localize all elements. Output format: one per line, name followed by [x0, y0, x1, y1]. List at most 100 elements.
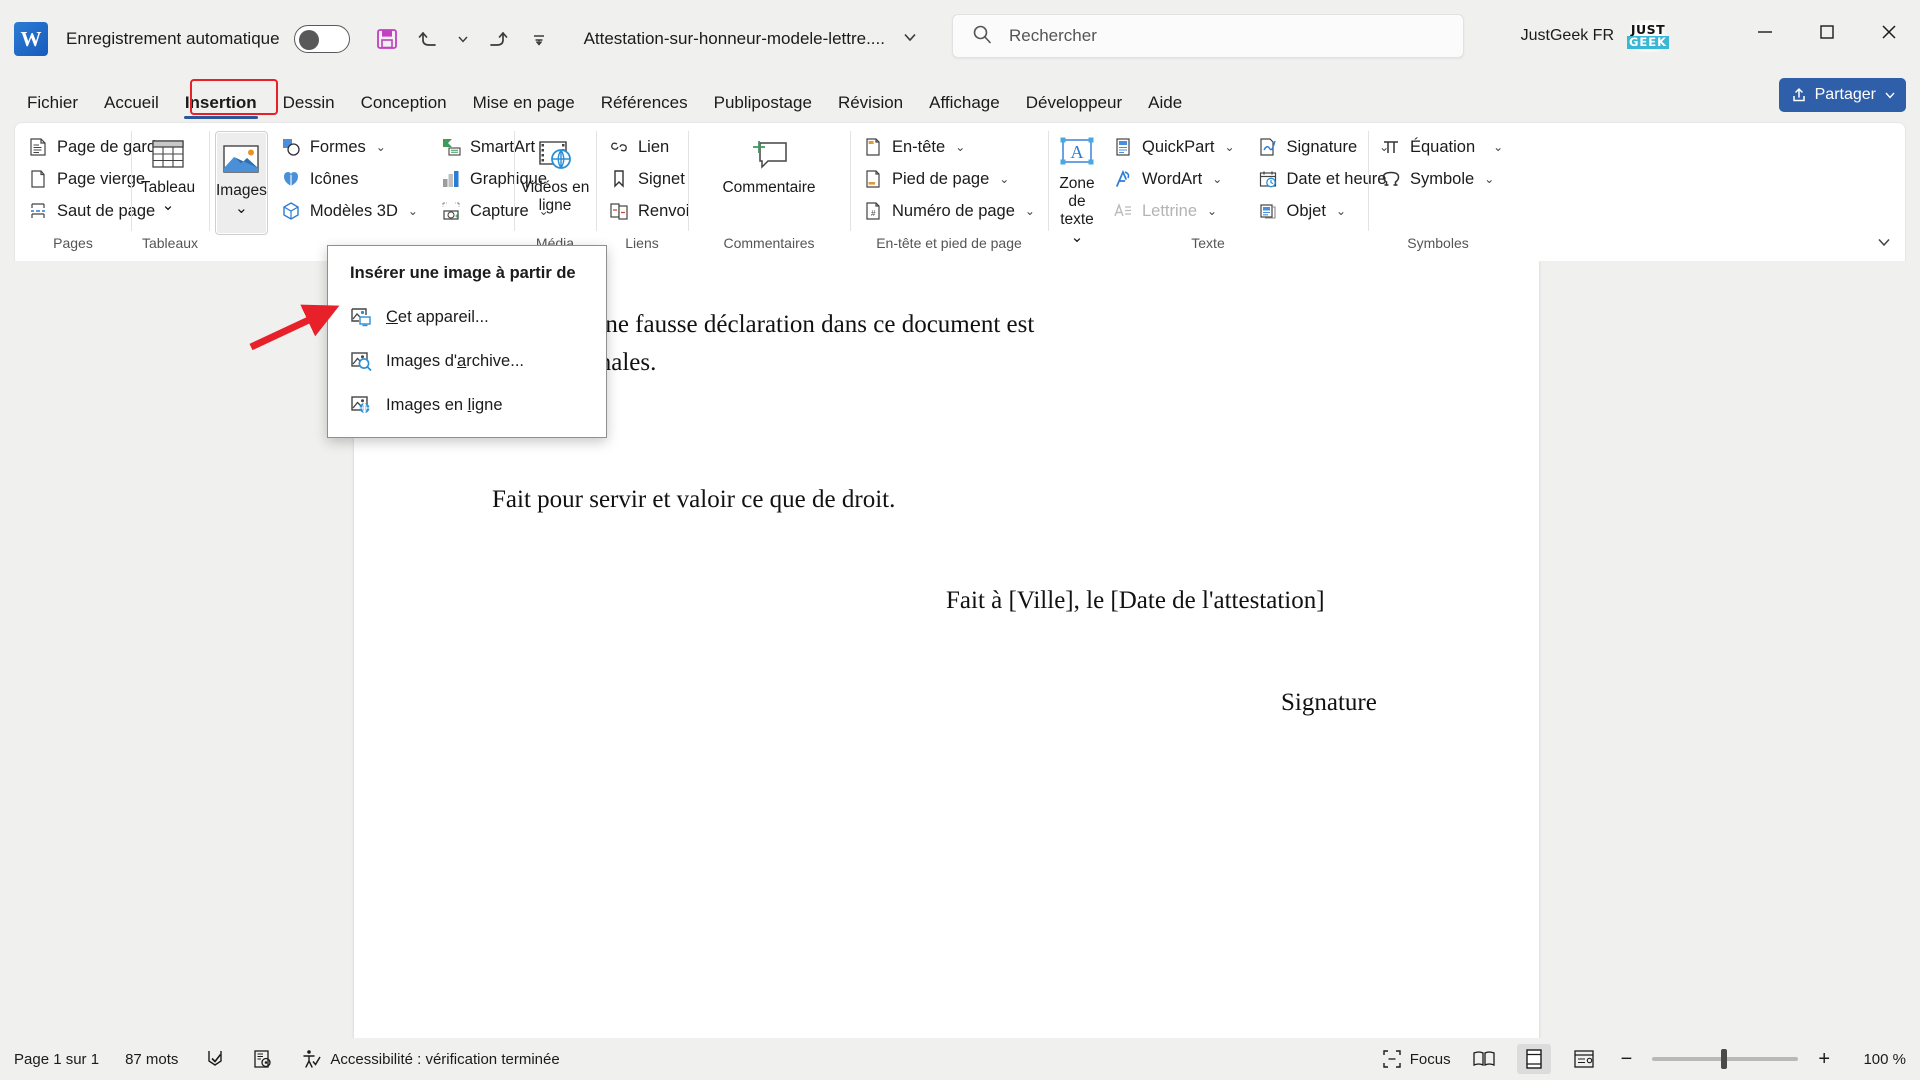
document-title[interactable]: Attestation-sur-honneur-modele-lettre...… — [584, 29, 885, 49]
chevron-down-icon[interactable]: ⌄ — [955, 140, 965, 154]
button-label: Formes — [309, 137, 366, 156]
share-icon — [1792, 87, 1805, 102]
undo-dropdown-icon[interactable] — [452, 20, 474, 58]
accessibility-status[interactable]: Accessibilité : vérification terminée — [300, 1048, 560, 1070]
new-comment-icon — [746, 135, 792, 179]
read-aloud-icon[interactable] — [252, 1048, 274, 1070]
zoom-out-button[interactable]: − — [1617, 1048, 1637, 1071]
wordart-icon — [1112, 168, 1134, 190]
quickpart-button[interactable]: QuickPart ⌄ — [1106, 131, 1243, 163]
menu-item-images-en-ligne[interactable]: Images en ligne — [328, 383, 606, 427]
undo-icon[interactable] — [410, 20, 448, 58]
tab-references[interactable]: Références — [588, 93, 701, 122]
tab-affichage[interactable]: Affichage — [916, 93, 1013, 122]
formes-button[interactable]: Formes ⌄ — [274, 131, 426, 163]
page-info[interactable]: Page 1 sur 1 — [14, 1051, 99, 1068]
chevron-down-icon[interactable]: ⌄ — [1493, 140, 1503, 154]
menu-item-images-archive[interactable]: Images d'archive... — [328, 339, 606, 383]
document-area[interactable]: onscient(e) qu'une fausse déclaration da… — [0, 261, 1920, 1038]
proofing-icon[interactable] — [204, 1048, 226, 1070]
accessibility-icon — [303, 1050, 322, 1068]
read-mode-view[interactable] — [1467, 1044, 1501, 1074]
chevron-down-icon[interactable]: ⌄ — [1484, 172, 1494, 186]
tab-label: Accueil — [104, 93, 159, 112]
tab-developpeur[interactable]: Développeur — [1013, 93, 1135, 122]
tab-label: Affichage — [929, 93, 1000, 112]
images-button[interactable]: Images ⌄ — [215, 131, 268, 235]
zoom-slider-thumb[interactable] — [1721, 1049, 1728, 1069]
signet-button[interactable]: Signet — [602, 163, 697, 195]
print-layout-view[interactable] — [1516, 1044, 1551, 1074]
tab-label: Dessin — [282, 93, 335, 112]
chevron-down-icon[interactable]: ⌄ — [235, 200, 248, 218]
group-name-pages: Pages — [53, 235, 93, 251]
chevron-down-icon[interactable]: ⌄ — [408, 204, 418, 218]
chevron-down-icon[interactable]: ⌄ — [1336, 204, 1346, 218]
ribbon-tabs: Fichier Accueil Insertion Dessin Concept… — [0, 78, 1920, 122]
document-title-dropdown-icon[interactable] — [901, 28, 919, 51]
numero-de-page-button[interactable]: # Numéro de page ⌄ — [856, 195, 1043, 227]
zoom-in-button[interactable]: + — [1814, 1048, 1834, 1071]
tab-fichier[interactable]: Fichier — [14, 93, 91, 122]
tableau-button[interactable]: Tableau ⌄ — [137, 129, 199, 233]
web-layout-view[interactable] — [1567, 1044, 1601, 1074]
tab-revision[interactable]: Révision — [825, 93, 916, 122]
lettrine-button: Lettrine ⌄ — [1106, 195, 1243, 227]
tab-publipostage[interactable]: Publipostage — [701, 93, 825, 122]
renvoi-button[interactable]: Renvoi — [602, 195, 697, 227]
menu-item-label: Images en ligne — [386, 395, 503, 414]
symbole-button[interactable]: Symbole ⌄ — [1374, 163, 1511, 195]
tab-dessin[interactable]: Dessin — [270, 93, 348, 122]
customize-qat-icon[interactable] — [520, 20, 558, 58]
equation-button[interactable]: Équation ⌄ — [1374, 131, 1511, 163]
status-bar: Page 1 sur 1 87 mots Accessibilité : vér… — [0, 1038, 1920, 1080]
insert-picture-menu: Insérer une image à partir de Cet appare… — [327, 245, 607, 438]
zoom-level[interactable]: 100 % — [1850, 1051, 1906, 1068]
button-label: Numéro de page — [892, 201, 1015, 220]
share-button[interactable]: Partager — [1778, 78, 1906, 112]
status-bar-right: Focus − + 100 % — [1382, 1038, 1906, 1080]
quickpart-icon — [1112, 136, 1134, 158]
search-input[interactable]: Rechercher — [952, 14, 1464, 58]
save-icon[interactable] — [368, 20, 406, 58]
tab-aide[interactable]: Aide — [1135, 93, 1195, 122]
en-tete-button[interactable]: En-tête ⌄ — [856, 131, 1043, 163]
account-area[interactable]: JustGeek FR JUST GEEK — [1521, 20, 1670, 52]
pied-de-page-button[interactable]: Pied de page ⌄ — [856, 163, 1043, 195]
minimize-button[interactable] — [1734, 0, 1796, 64]
lien-button[interactable]: Lien — [602, 131, 697, 163]
maximize-button[interactable] — [1796, 0, 1858, 64]
videos-en-ligne-button[interactable]: Vidéos en ligne — [520, 129, 590, 233]
tab-insertion[interactable]: Insertion — [172, 93, 270, 122]
blank-page-icon — [27, 168, 49, 190]
focus-button[interactable]: Focus — [1382, 1049, 1451, 1069]
tab-conception[interactable]: Conception — [348, 93, 460, 122]
collapse-ribbon-button[interactable] — [1871, 229, 1897, 255]
button-label: Objet — [1286, 201, 1326, 220]
autosave-toggle[interactable] — [293, 25, 350, 53]
icones-button[interactable]: Icônes — [274, 163, 426, 195]
chevron-down-icon[interactable]: ⌄ — [1025, 204, 1035, 218]
chevron-down-icon[interactable]: ⌄ — [1212, 172, 1222, 186]
document-line: Fait à [Ville], le [Date de l'attestatio… — [946, 587, 1325, 614]
commentaire-button[interactable]: Commentaire — [695, 129, 843, 233]
wordart-button[interactable]: WordArt ⌄ — [1106, 163, 1243, 195]
modeles-3d-button[interactable]: Modèles 3D ⌄ — [274, 195, 426, 227]
tab-accueil[interactable]: Accueil — [91, 93, 172, 122]
chevron-down-icon[interactable]: ⌄ — [999, 172, 1009, 186]
focus-label: Focus — [1409, 1050, 1451, 1068]
chevron-down-icon[interactable]: ⌄ — [1224, 140, 1234, 154]
redo-icon[interactable] — [478, 20, 516, 58]
word-count[interactable]: 87 mots — [125, 1051, 178, 1068]
zoom-slider[interactable] — [1652, 1049, 1799, 1069]
bookmark-icon — [608, 168, 630, 190]
button-label: Lien — [638, 137, 670, 156]
chevron-down-icon[interactable]: ⌄ — [376, 140, 386, 154]
group-name-liens: Liens — [625, 235, 659, 251]
tab-mise-en-page[interactable]: Mise en page — [460, 93, 588, 122]
zone-de-texte-button[interactable]: A Zone de texte ⌄ — [1054, 129, 1100, 246]
chevron-down-icon[interactable]: ⌄ — [162, 197, 175, 215]
menu-item-cet-appareil[interactable]: Cet appareil... — [328, 295, 606, 339]
group-name-texte: Texte — [1191, 235, 1225, 251]
close-button[interactable] — [1858, 0, 1920, 64]
